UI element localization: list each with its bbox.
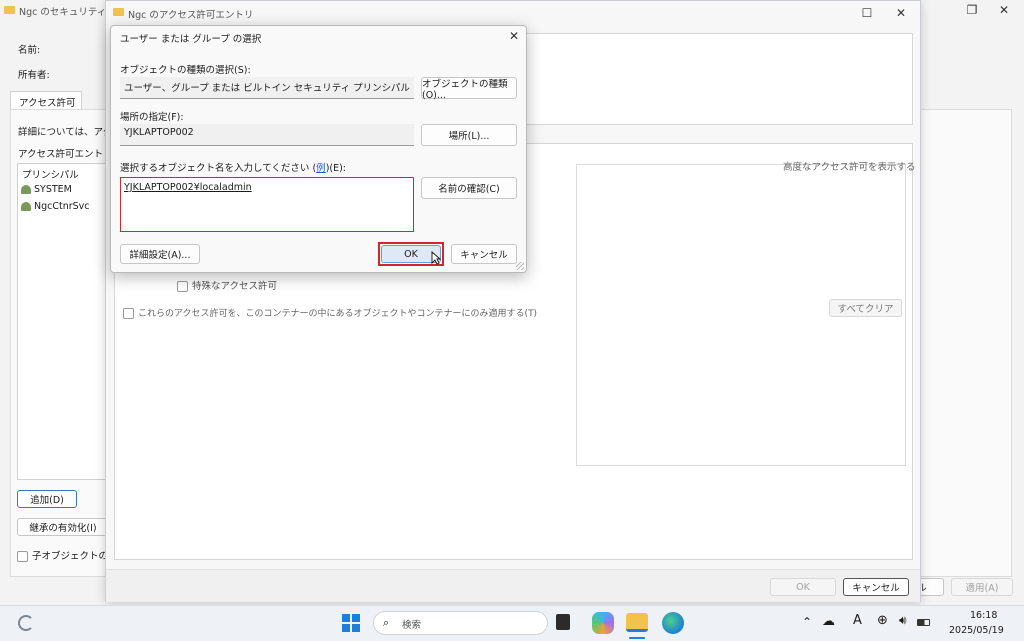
object-name-input[interactable]: YJKLAPTOP002¥localadmin — [120, 177, 414, 232]
close-icon[interactable]: ✕ — [887, 3, 915, 23]
name-label: 名前: — [18, 45, 41, 56]
search-box[interactable]: ⌕ 検索 — [373, 611, 548, 635]
add-button[interactable]: 追加(D) — [17, 490, 77, 508]
enable-inheritance-button[interactable]: 継承の有効化(I) — [17, 518, 109, 536]
copilot-icon[interactable] — [592, 612, 614, 634]
close-icon[interactable]: ✕ — [990, 0, 1018, 20]
mouse-cursor-icon — [431, 251, 441, 265]
principal-list[interactable]: プリンシパル SYSTEM NgcCtnrSvc — [17, 163, 111, 480]
owner-label: 所有者: — [18, 70, 50, 81]
entries-label: アクセス許可エントリ — [18, 149, 113, 160]
special-permission-checkbox[interactable]: 特殊なアクセス許可 — [177, 278, 277, 292]
principal-header: プリンシパル — [22, 170, 79, 181]
folder-icon — [4, 6, 15, 14]
list-item[interactable]: NgcCtnrSvc — [21, 200, 109, 214]
location-field: YJKLAPTOP002 — [120, 124, 414, 146]
enter-object-label: 選択するオブジェクト名を入力してください (例)(E): — [120, 163, 347, 174]
apply-only-checkbox[interactable]: これらのアクセス許可を、このコンテナーの中にあるオブジェクトやコンテナーにのみ適… — [123, 306, 537, 319]
permission-entry-titlebar: Ngc のアクセス許可エントリ ☐ ✕ — [106, 1, 920, 25]
taskbar: ⌕ 検索 ⌃ ☁ A ⊕ 🔊︎ 16:18 2025/05/19 — [0, 605, 1024, 641]
child-object-checkbox[interactable]: 子オブジェクトのア — [17, 548, 118, 562]
task-view-icon[interactable] — [556, 614, 570, 630]
checkbox-icon — [177, 281, 188, 292]
advanced-permissions-link[interactable]: 高度なアクセス許可を表示する — [783, 159, 916, 173]
object-name-value: YJKLAPTOP002¥localadmin — [124, 182, 252, 193]
clock-time[interactable]: 16:18 — [970, 610, 997, 621]
search-icon: ⌕ — [383, 616, 390, 629]
checkbox-icon — [123, 308, 134, 319]
globe-icon[interactable]: ⊕ — [877, 613, 888, 628]
restore-icon[interactable]: ❐ — [958, 0, 986, 20]
clock-date[interactable]: 2025/05/19 — [949, 625, 1004, 636]
ime-indicator[interactable]: A — [853, 613, 862, 628]
clear-all-button[interactable]: すべてクリア — [829, 299, 902, 317]
location-label: 場所の指定(F): — [120, 112, 184, 123]
users-icon — [21, 202, 31, 211]
permission-entry-title: Ngc のアクセス許可エントリ — [128, 10, 254, 21]
checkbox-icon — [17, 551, 28, 562]
dialog-title: ユーザー または グループ の選択 — [120, 34, 262, 45]
battery-icon[interactable] — [917, 619, 930, 626]
select-user-dialog: ユーザー または グループ の選択 ✕ オブジェクトの種類の選択(S): ユーザ… — [110, 25, 527, 273]
maximize-icon[interactable]: ☐ — [853, 3, 881, 23]
object-type-field: ユーザー、グループ または ビルトイン セキュリティ プリンシパル — [120, 77, 414, 99]
tab-permissions[interactable]: アクセス許可 — [10, 91, 82, 110]
object-types-button[interactable]: オブジェクトの種類(O)... — [421, 77, 517, 101]
search-placeholder: 検索 — [402, 620, 422, 631]
cancel-button[interactable]: キャンセル — [843, 578, 909, 596]
resize-grip-icon[interactable] — [516, 262, 524, 270]
list-item[interactable]: SYSTEM — [21, 183, 109, 197]
dialog-cancel-button[interactable]: キャンセル — [451, 244, 517, 264]
check-names-button[interactable]: 名前の確認(C) — [421, 177, 517, 199]
users-icon — [21, 185, 31, 194]
examples-link[interactable]: 例 — [316, 163, 326, 174]
chevron-up-icon[interactable]: ⌃ — [802, 615, 812, 629]
widgets-icon[interactable] — [18, 615, 34, 631]
ok-button[interactable]: OK — [770, 578, 836, 596]
advanced-button[interactable]: 詳細設定(A)... — [120, 244, 200, 264]
close-icon[interactable]: ✕ — [500, 26, 528, 46]
start-icon[interactable] — [342, 614, 360, 632]
volume-icon[interactable]: 🔊︎ — [899, 613, 907, 628]
locations-button[interactable]: 場所(L)... — [421, 124, 517, 146]
apply-button[interactable]: 適用(A) — [951, 578, 1013, 596]
object-type-label: オブジェクトの種類の選択(S): — [120, 65, 251, 76]
folder-icon — [113, 8, 124, 16]
active-app-indicator — [629, 637, 645, 639]
edge-icon[interactable] — [662, 612, 684, 634]
onedrive-icon[interactable]: ☁ — [822, 614, 835, 629]
detail-text: 詳細については、アク — [18, 127, 113, 138]
file-explorer-icon[interactable] — [626, 613, 648, 632]
